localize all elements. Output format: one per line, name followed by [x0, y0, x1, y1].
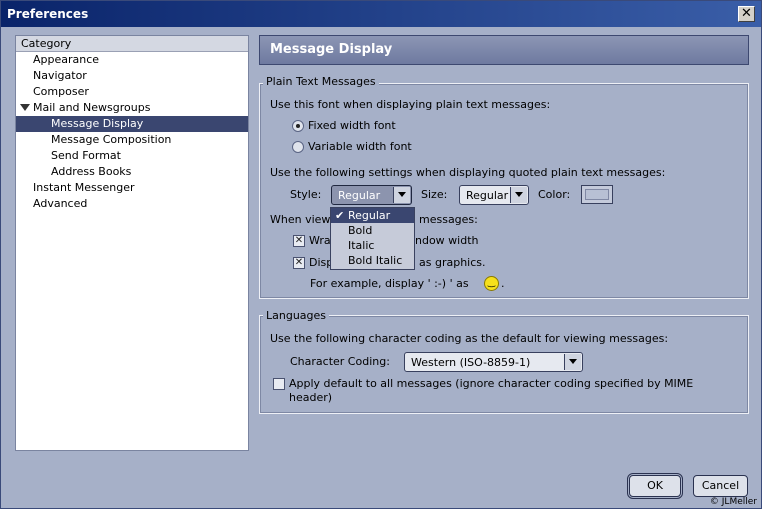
fixed-width-radio[interactable]	[292, 120, 304, 132]
sidebar-item-label: Composer	[33, 85, 89, 98]
sidebar-item-label: Mail and Newsgroups	[33, 101, 151, 114]
sidebar-item-label: Address Books	[51, 165, 132, 178]
ok-button[interactable]: OK	[627, 473, 683, 499]
character-coding-label: Character Coding:	[290, 355, 390, 368]
cancel-button[interactable]: Cancel	[693, 475, 748, 497]
sidebar-item-label: Message Display	[51, 117, 144, 130]
sidebar-item-navigator[interactable]: Navigator	[16, 68, 248, 84]
title-bar[interactable]: Preferences ✕	[1, 1, 761, 27]
preferences-window: Preferences ✕ Category Appearance Navigat…	[0, 0, 762, 509]
color-picker-button[interactable]	[581, 185, 613, 204]
close-button[interactable]: ✕	[738, 6, 755, 22]
sidebar-item-appearance[interactable]: Appearance	[16, 52, 248, 68]
sidebar-item-label: Message Composition	[51, 133, 172, 146]
style-dropdown-value: Regular	[338, 189, 381, 202]
emoticon-example-label: For example, display ' :-) ' as	[310, 277, 469, 290]
display-emoticons-label-end[interactable]: as graphics.	[419, 256, 486, 269]
fixed-width-label[interactable]: Fixed width font	[308, 119, 396, 132]
example-period: .	[501, 277, 505, 290]
category-tree-items: Appearance Navigator Composer Mail and News…	[16, 52, 248, 212]
sidebar-item-label: Send Format	[51, 149, 121, 162]
view-intro-label-start: When view	[270, 213, 331, 226]
twisty-expanded-icon[interactable]	[20, 104, 30, 112]
sidebar-item-advanced[interactable]: Advanced	[16, 196, 248, 212]
sidebar-item-label: Instant Messenger	[33, 181, 135, 194]
coding-intro-label: Use the following character coding as th…	[270, 332, 669, 345]
sidebar-item-label: Appearance	[33, 53, 100, 66]
plain-text-legend: Plain Text Messages	[263, 75, 379, 88]
variable-width-radio[interactable]	[292, 141, 304, 153]
wrap-lines-checkbox[interactable]: ✕	[293, 235, 305, 247]
style-option-bold[interactable]: Bold	[331, 223, 414, 238]
style-options-popup[interactable]: ✔ Regular Bold Italic Bold Italic	[330, 207, 415, 270]
sidebar-item-send-format[interactable]: Send Format	[16, 148, 248, 164]
size-dropdown-value: Regular	[466, 189, 509, 202]
font-intro-label: Use this font when displaying plain text…	[270, 98, 551, 111]
color-label: Color:	[538, 188, 571, 201]
twisty-collapsed-icon[interactable]	[19, 183, 28, 193]
style-dropdown[interactable]: Regular	[331, 185, 412, 205]
size-label: Size:	[421, 188, 448, 201]
wrap-lines-label-start[interactable]: Wra	[309, 234, 331, 247]
languages-legend: Languages	[263, 309, 330, 322]
character-coding-value: Western (ISO-8859-1)	[411, 356, 531, 369]
chevron-down-icon[interactable]	[393, 187, 410, 203]
category-column-header[interactable]: Category	[16, 36, 248, 52]
apply-default-label-line2[interactable]: header)	[289, 391, 332, 404]
sidebar-item-label: Navigator	[33, 69, 87, 82]
sidebar-item-message-composition[interactable]: Message Composition	[16, 132, 248, 148]
size-dropdown[interactable]: Regular	[459, 185, 529, 205]
quoted-intro-label: Use the following settings when displayi…	[270, 166, 666, 179]
sidebar-item-composer[interactable]: Composer	[16, 84, 248, 100]
sidebar-item-instant-messenger[interactable]: Instant Messenger	[16, 180, 248, 196]
sidebar-item-label: Advanced	[33, 197, 88, 210]
twisty-collapsed-icon[interactable]	[19, 55, 28, 65]
sidebar-item-address-books[interactable]: Address Books	[16, 164, 248, 180]
page-title: Message Display	[259, 35, 749, 65]
display-emoticons-checkbox[interactable]: ✕	[293, 257, 305, 269]
view-intro-label-end: messages:	[419, 213, 478, 226]
style-option-regular[interactable]: ✔ Regular	[331, 208, 414, 223]
sidebar-item-mail-and-newsgroups[interactable]: Mail and Newsgroups	[16, 100, 248, 116]
chevron-down-icon[interactable]	[564, 354, 581, 370]
smiley-icon: ‿	[484, 276, 499, 291]
twisty-collapsed-icon[interactable]	[19, 199, 28, 209]
credit-text: © JLMeller	[709, 497, 757, 507]
wrap-lines-label-end[interactable]: ndow width	[415, 234, 479, 247]
variable-width-label[interactable]: Variable width font	[308, 140, 412, 153]
style-option-bold-italic[interactable]: Bold Italic	[331, 253, 414, 268]
twisty-collapsed-icon[interactable]	[19, 71, 28, 81]
chevron-down-icon[interactable]	[510, 187, 527, 203]
category-tree[interactable]: Category Appearance Navigator Composer Mail…	[15, 35, 249, 451]
window-title: Preferences	[7, 7, 89, 21]
character-coding-dropdown[interactable]: Western (ISO-8859-1)	[404, 352, 583, 372]
style-option-italic[interactable]: Italic	[331, 238, 414, 253]
checkmark-icon: ✔	[335, 209, 345, 222]
style-label: Style:	[290, 188, 322, 201]
page-title-text: Message Display	[270, 42, 393, 57]
twisty-collapsed-icon[interactable]	[19, 87, 28, 97]
apply-default-label-line1[interactable]: Apply default to all messages (ignore ch…	[289, 377, 693, 390]
sidebar-item-message-display[interactable]: Message Display	[16, 116, 248, 132]
apply-default-checkbox[interactable]	[273, 378, 285, 390]
